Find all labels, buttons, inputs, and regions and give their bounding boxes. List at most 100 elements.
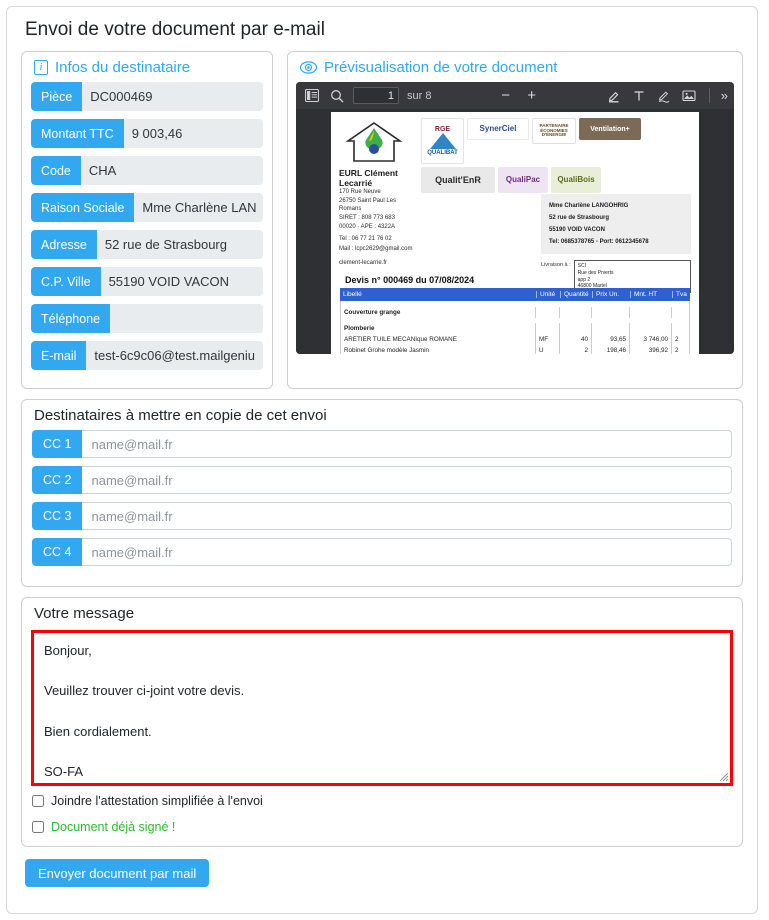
cc-panel-legend: Destinataires à mettre en copie de cet e… — [34, 407, 327, 424]
th-quantite: Quantité — [560, 291, 592, 298]
cc-4-label: CC 4 — [32, 538, 83, 566]
field-montant-ttc-label: Montant TTC — [31, 119, 124, 148]
th-mnt-ht: Mnt. HT — [630, 291, 672, 298]
pdf-page-1: EURL Clément Lecarrié 170 Rue Neuve 2675… — [331, 112, 699, 354]
field-montant-ttc[interactable]: Montant TTC 9 003,46 — [31, 119, 263, 148]
cc-1-input[interactable] — [82, 430, 732, 458]
doc-delivery-label: Livraison à : — [541, 262, 571, 268]
search-icon[interactable] — [328, 87, 345, 104]
cell-libelle: ARETIER TUILE MECANIque ROMANE — [344, 336, 457, 343]
field-code-label: Code — [31, 156, 81, 185]
badge-synerciel: SynerCiel — [467, 118, 529, 140]
cc-row-3: CC 3 — [32, 502, 732, 530]
attestation-checkbox-row[interactable]: Joindre l'attestation simplifiée à l'env… — [32, 794, 742, 808]
sidebar-toggle-icon[interactable] — [303, 87, 320, 104]
doc-firm-legal: SIRET : 808 773 683 00020 · APE : 4322A — [339, 215, 396, 230]
field-adresse-value: 52 rue de Strasbourg — [96, 230, 263, 259]
doc-delivery-line1: SCI — [577, 263, 586, 269]
field-raison-sociale[interactable]: Raison Sociale Mme Charlène LAN — [31, 193, 263, 222]
attestation-checkbox[interactable] — [32, 795, 44, 807]
badge-partenaire-economies: PARTENAIRE ÉCONOMIES D'ÉNERGIE — [532, 118, 576, 144]
field-code-value: CHA — [80, 156, 263, 185]
field-piece[interactable]: Pièce DC000469 — [31, 82, 263, 111]
table-body: Couverture grange Plomberie ARETIER TUIL… — [340, 301, 690, 354]
badge-qualibois: QualiBois — [551, 167, 601, 193]
qualibat-triangle-icon — [429, 133, 456, 149]
table-row: Robinet Grohe modèle Jasmin U 2 198,46 3… — [341, 345, 689, 354]
doc-firm-address1: 170 Rue Neuve — [339, 189, 381, 195]
cc-3-input[interactable] — [82, 502, 732, 530]
doc-delivery-line2: Rue des Prverts — [577, 269, 614, 276]
cc-recipients-panel: Destinataires à mettre en copie de cet e… — [21, 399, 743, 587]
top-row: i Infos du destinataire Pièce DC000469 M… — [7, 51, 757, 389]
highlighter-icon[interactable] — [606, 87, 623, 104]
signed-checkbox-row[interactable]: Document déjà signé ! — [32, 820, 742, 834]
cell-prix: 198,46 — [591, 345, 629, 354]
zoom-in-button[interactable]: + — [523, 88, 541, 103]
signed-checkbox[interactable] — [32, 821, 44, 833]
zoom-out-button[interactable]: − — [497, 88, 515, 103]
pdf-toolbar: sur 8 − + — [296, 82, 734, 109]
doc-firm-name: EURL Clément Lecarrié — [339, 168, 398, 188]
field-telephone-value — [110, 304, 263, 333]
signed-checkbox-label: Document déjà signé ! — [51, 820, 176, 834]
chevrons-right-icon[interactable]: » — [721, 88, 728, 103]
cc-1-label: CC 1 — [32, 430, 83, 458]
pdf-page-input[interactable] — [353, 87, 399, 104]
message-textarea[interactable] — [34, 633, 730, 783]
field-piece-value: DC000469 — [82, 82, 263, 111]
badge-qualibat-name: QUALIBAT — [427, 150, 458, 156]
badge-qualibat: RGE QUALIBAT — [421, 118, 464, 164]
field-raison-sociale-value: Mme Charlène LAN — [134, 193, 263, 222]
signature-icon[interactable] — [656, 87, 673, 104]
cell-libelle: Couverture grange — [344, 309, 401, 316]
cell-mnt: 396,92 — [629, 345, 671, 354]
field-adresse[interactable]: Adresse 52 rue de Strasbourg — [31, 230, 263, 259]
cc-4-input[interactable] — [82, 538, 732, 566]
doc-firm-address2: 26750 Saint Paul Les Romans — [339, 197, 397, 213]
cc-row-4: CC 4 — [32, 538, 732, 566]
field-cp-ville[interactable]: C.P. Ville 55190 VOID VACON — [31, 267, 263, 296]
toolbar-divider — [708, 88, 710, 103]
field-cp-ville-label: C.P. Ville — [31, 267, 101, 296]
image-tool-icon[interactable] — [681, 87, 698, 104]
company-logo-icon — [342, 120, 406, 166]
badge-qualipac: QualiPac — [498, 167, 548, 193]
cc-2-input[interactable] — [82, 466, 732, 494]
field-cp-ville-value: 55190 VOID VACON — [100, 267, 263, 296]
eye-icon — [300, 61, 317, 74]
pdf-viewer: sur 8 − + — [296, 82, 734, 354]
doc-client-phones: Tel: 0685378765 - Port: 0612345678 — [549, 239, 649, 245]
cell-libelle: Robinet Grohe modèle Jasmin — [344, 347, 430, 354]
preview-panel-title: Prévisualisation de votre document — [324, 59, 558, 76]
cc-3-label: CC 3 — [32, 502, 83, 530]
field-email[interactable]: E-mail test-6c9c06@test.mailgeniu — [31, 341, 263, 370]
field-telephone[interactable]: Téléphone — [31, 304, 263, 333]
recipient-info-panel: i Infos du destinataire Pièce DC000469 M… — [21, 51, 273, 389]
message-box — [31, 630, 733, 786]
send-document-button[interactable]: Envoyer document par mail — [25, 859, 210, 887]
th-tva: Tva — [672, 291, 690, 298]
badge-qualit-enr: Qualit'EnR — [421, 167, 495, 193]
cell-tva: 2 — [671, 345, 689, 354]
doc-line-items-table: Libellé Unité Quantité Prix Un. Mnt. HT … — [340, 288, 690, 354]
text-tool-icon[interactable] — [631, 87, 648, 104]
doc-client-address: 52 rue de Strasbourg — [549, 215, 610, 221]
field-piece-label: Pièce — [31, 82, 83, 111]
badge-qualibat-rge: RGE — [434, 126, 451, 133]
pdf-viewport[interactable]: EURL Clément Lecarrié 170 Rue Neuve 2675… — [296, 109, 734, 354]
table-row: Plomberie — [341, 323, 689, 334]
field-code[interactable]: Code CHA — [31, 156, 263, 185]
attestation-checkbox-label: Joindre l'attestation simplifiée à l'env… — [51, 794, 263, 808]
cell-unite: U — [535, 345, 559, 354]
email-send-card: Envoi de votre document par e-mail i Inf… — [6, 6, 758, 914]
field-adresse-label: Adresse — [31, 230, 97, 259]
table-header-row: Libellé Unité Quantité Prix Un. Mnt. HT … — [340, 288, 690, 301]
message-panel: Votre message Joindre l'attestation simp… — [21, 597, 743, 847]
field-email-label: E-mail — [31, 341, 87, 370]
cell-mnt: 3 746,00 — [629, 334, 671, 345]
field-raison-sociale-label: Raison Sociale — [31, 193, 135, 222]
recipient-panel-title: Infos du destinataire — [55, 59, 191, 76]
cell-prix: 93,65 — [591, 334, 629, 345]
doc-client-box: Mme Charlène LANGOHRIG 52 rue de Strasbo… — [541, 194, 691, 254]
